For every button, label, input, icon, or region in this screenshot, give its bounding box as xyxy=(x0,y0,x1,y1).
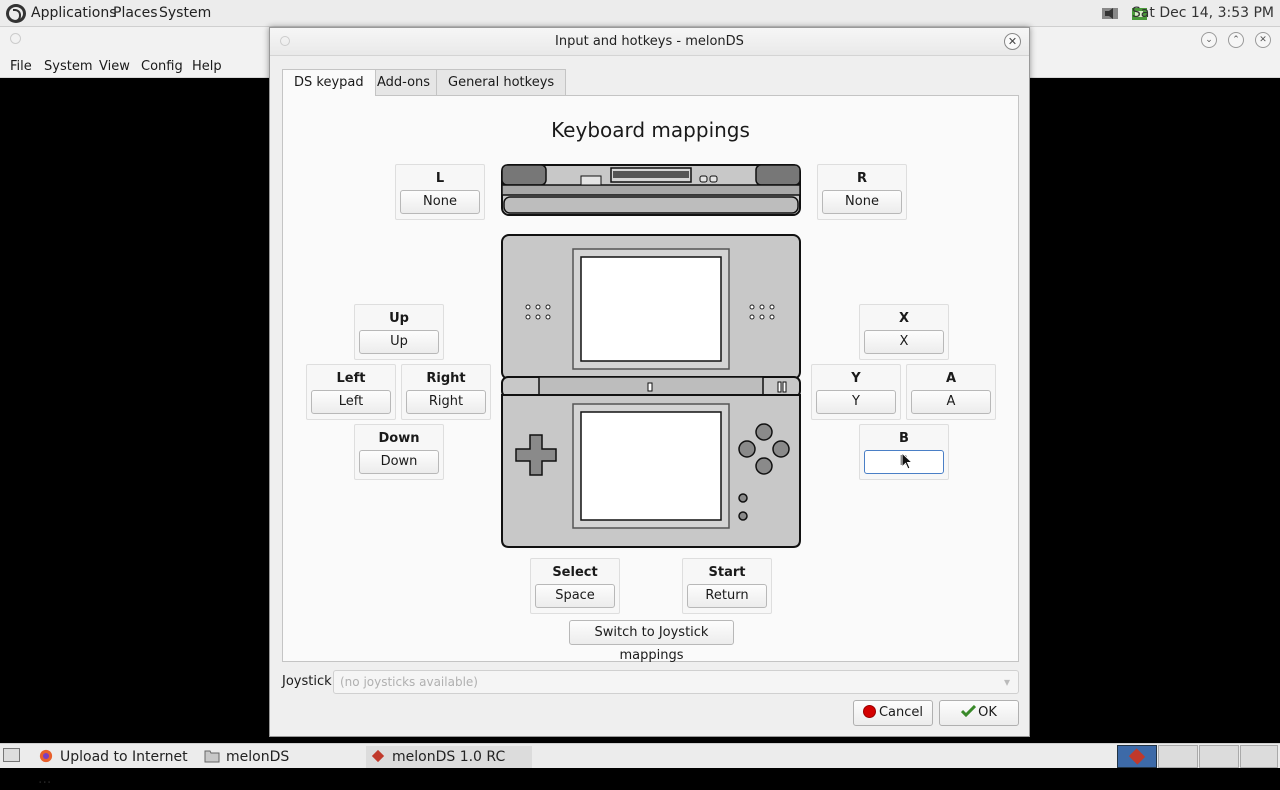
mouse-cursor-icon xyxy=(901,452,913,470)
key-button-start[interactable]: Return xyxy=(687,584,767,608)
key-label-b: B xyxy=(899,431,909,446)
melonds-icon xyxy=(1128,748,1146,765)
task-melonds-app[interactable]: melonDS 1.0 RC xyxy=(366,746,532,768)
workspace-2[interactable] xyxy=(1158,745,1198,768)
ok-button[interactable]: OK xyxy=(939,700,1019,726)
key-label-x: X xyxy=(898,311,910,326)
key-button-l[interactable]: None xyxy=(400,190,480,214)
top-panel: Applications Places System Sat Dec 14, 3… xyxy=(0,0,1280,27)
key-label-r: R xyxy=(856,171,867,186)
ds-keypad-panel: Keyboard mappings L None R None Up Up Le… xyxy=(282,95,1019,663)
distro-logo-icon[interactable] xyxy=(6,4,26,23)
joystick-label: Joystick: xyxy=(282,674,337,689)
applications-menu[interactable]: Applications xyxy=(31,5,117,21)
melonds-icon xyxy=(371,749,385,763)
key-group-a: A A xyxy=(906,364,996,420)
menu-help[interactable]: Help xyxy=(192,59,222,74)
menu-config[interactable]: Config xyxy=(141,59,183,74)
key-group-x: X X xyxy=(859,304,949,360)
chevron-down-icon: ▾ xyxy=(1003,675,1010,689)
workspace-4[interactable] xyxy=(1240,745,1278,768)
key-group-r: R None xyxy=(817,164,907,220)
task-label: melonDS 1.0 RC xyxy=(392,749,506,765)
task-label: melonDS xyxy=(226,749,290,765)
dialog-title: Input and hotkeys - melonDS xyxy=(270,28,1029,56)
key-button-up[interactable]: Up xyxy=(359,330,439,354)
key-button-x[interactable]: X xyxy=(864,330,944,354)
switch-to-joystick-button[interactable]: Switch to Joystick mappings xyxy=(569,620,734,663)
workspace-3[interactable] xyxy=(1199,745,1239,768)
cancel-icon xyxy=(862,705,876,718)
key-button-a[interactable]: A xyxy=(911,390,991,414)
key-button-y[interactable]: Y xyxy=(816,390,896,414)
joystick-select-value: (no joysticks available) xyxy=(340,675,478,689)
clock[interactable]: Sat Dec 14, 3:53 PM xyxy=(1132,5,1274,21)
key-group-y: Y Y xyxy=(811,364,901,420)
key-group-l: L None xyxy=(395,164,485,220)
key-label-up: Up xyxy=(389,311,409,326)
task-label: Upload to Internet ... xyxy=(38,749,188,787)
workspace-1[interactable] xyxy=(1117,745,1157,768)
key-button-down[interactable]: Down xyxy=(359,450,439,474)
cancel-label: Cancel xyxy=(878,705,924,720)
dialog-close-icon[interactable]: ✕ xyxy=(1004,33,1021,50)
key-label-y: Y xyxy=(851,371,861,386)
menu-system[interactable]: System xyxy=(44,59,92,74)
folder-icon xyxy=(204,750,220,763)
key-label-start: Start xyxy=(708,565,746,580)
tab-add-ons[interactable]: Add-ons xyxy=(365,69,443,95)
tab-general-hotkeys[interactable]: General hotkeys xyxy=(436,69,567,95)
ok-label: OK xyxy=(978,705,997,720)
key-label-left: Left xyxy=(336,371,366,386)
show-desktop-icon[interactable] xyxy=(3,748,20,762)
key-group-left: Left Left xyxy=(306,364,396,420)
key-button-left[interactable]: Left xyxy=(311,390,391,414)
key-button-r[interactable]: None xyxy=(822,190,902,214)
maximize-icon[interactable]: ⌃ xyxy=(1228,32,1244,48)
key-group-select: Select Space xyxy=(530,558,620,614)
close-window-icon[interactable]: ✕ xyxy=(1255,32,1271,48)
firefox-icon xyxy=(39,749,53,763)
cancel-button[interactable]: Cancel xyxy=(853,700,933,726)
key-label-l: L xyxy=(435,171,445,186)
menu-view[interactable]: View xyxy=(99,59,130,74)
key-group-down: Down Down xyxy=(354,424,444,480)
dialog-menu-icon[interactable] xyxy=(280,36,290,46)
key-label-down: Down xyxy=(378,431,420,446)
key-button-right[interactable]: Right xyxy=(406,390,486,414)
key-label-right: Right xyxy=(426,371,466,386)
menu-file[interactable]: File xyxy=(10,59,32,74)
key-label-a: A xyxy=(945,371,957,386)
task-upload-internet[interactable]: Upload to Internet ... xyxy=(38,746,198,787)
joystick-select[interactable]: (no joysticks available) ▾ xyxy=(333,670,1019,694)
bottom-taskbar: Upload to Internet ... melonDS melonDS 1… xyxy=(0,743,1280,787)
places-menu[interactable]: Places xyxy=(113,5,158,21)
input-hotkeys-dialog: Input and hotkeys - melonDS ✕ DS keypad … xyxy=(269,27,1030,737)
checkmark-icon xyxy=(961,705,977,717)
nintendo-ds-illustration xyxy=(501,164,801,548)
tab-ds-keypad[interactable]: DS keypad xyxy=(282,69,376,96)
window-menu-icon[interactable] xyxy=(10,33,21,44)
key-group-start: Start Return xyxy=(682,558,772,614)
key-group-right: Right Right xyxy=(401,364,491,420)
task-melonds-folder[interactable]: melonDS xyxy=(204,746,354,768)
key-button-select[interactable]: Space xyxy=(535,584,615,608)
key-group-up: Up Up xyxy=(354,304,444,360)
system-menu[interactable]: System xyxy=(159,5,211,21)
minimize-icon[interactable]: ⌄ xyxy=(1201,32,1217,48)
volume-icon[interactable] xyxy=(1101,5,1119,22)
keyboard-mappings-heading: Keyboard mappings xyxy=(551,118,750,142)
key-label-select: Select xyxy=(552,565,598,580)
